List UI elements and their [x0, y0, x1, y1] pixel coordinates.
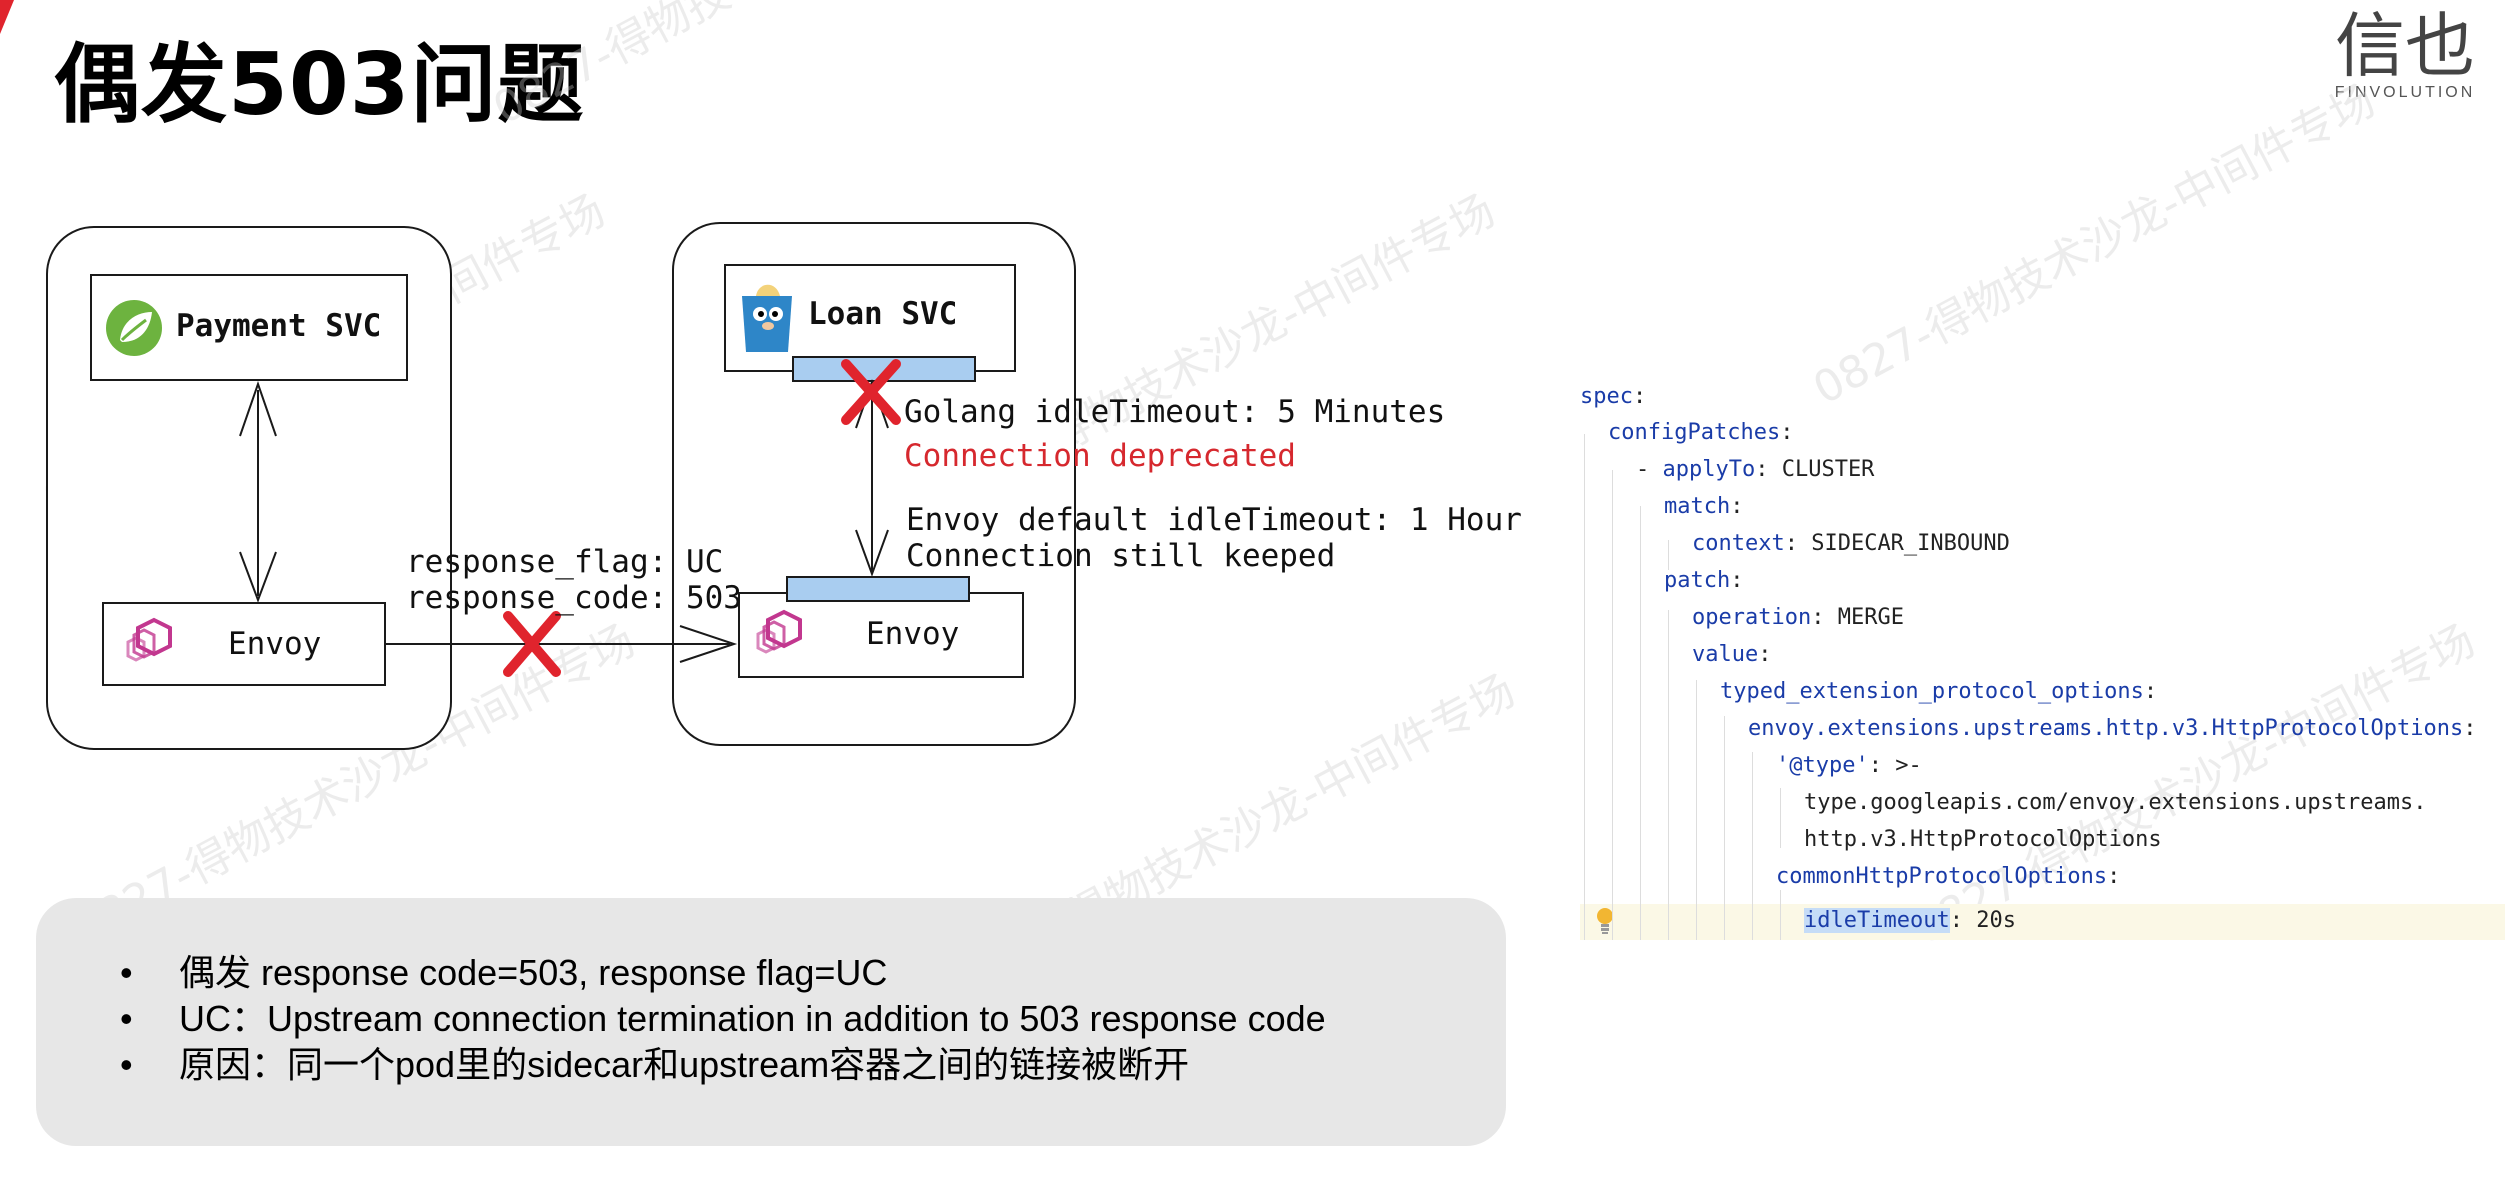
code-line: - applyTo: CLUSTER — [1636, 457, 1875, 482]
code-line: type.googleapis.com/envoy.extensions.ups… — [1804, 790, 2427, 815]
corner-accent — [0, 0, 14, 34]
spring-leaf-icon — [106, 300, 162, 356]
envoy-left-label: Envoy — [228, 626, 322, 662]
envoy-right-label: Envoy — [866, 616, 960, 652]
watermark: 0827-得物技术沙龙-中间件专场 — [1805, 75, 2384, 415]
code-line: value: — [1692, 642, 1772, 667]
logo-mark: 信也 — [2335, 5, 2475, 87]
code-line-highlighted: idleTimeout: 20s — [1804, 908, 2016, 933]
logo-subtitle: FINVOLUTION — [2334, 84, 2476, 101]
envoy-icon — [126, 617, 172, 662]
note-item: UC：Upstream connection termination in ad… — [84, 996, 1326, 1042]
envoy-icon — [756, 609, 802, 654]
note-item: 偶发 response code=503, response flag=UC — [84, 950, 1326, 996]
code-line: typed_extension_protocol_options: — [1720, 679, 2158, 704]
response-code-text: response_code: 503 — [406, 580, 742, 616]
code-line: match: — [1664, 494, 1744, 519]
payment-svc-label: Payment SVC — [176, 308, 382, 344]
code-line: http.v3.HttpProtocolOptions — [1804, 827, 2162, 852]
code-line: configPatches: — [1608, 420, 1794, 445]
loan-connection-pool-bar — [792, 356, 976, 382]
code-line: commonHttpProtocolOptions: — [1776, 864, 2121, 889]
code-line: envoy.extensions.upstreams.http.v3.HttpP… — [1748, 716, 2477, 741]
page-title: 偶发503问题 — [54, 35, 585, 135]
code-line: patch: — [1664, 568, 1744, 593]
code-line: '@type': >- — [1776, 753, 1922, 778]
golang-idle-text: Golang idleTimeout: 5 Minutes — [904, 394, 1446, 430]
logo: 信也 FINVOLUTION — [2330, 10, 2480, 105]
error-cross-icon — [503, 611, 561, 677]
loan-svc-label: Loan SVC — [808, 296, 958, 332]
connection-keeped-text: Connection still keeped — [906, 538, 1336, 574]
response-flag-text: response_flag: UC — [406, 544, 724, 580]
highlighted-code-line — [1580, 904, 2505, 940]
code-line: spec: — [1580, 384, 1647, 409]
gopher-icon — [742, 284, 792, 352]
code-line: context: SIDECAR_INBOUND — [1692, 531, 2010, 556]
envoy-connection-pool-bar — [786, 576, 970, 602]
envoy-right-box: Envoy — [738, 592, 1024, 678]
payment-svc-box: Payment SVC — [90, 274, 408, 381]
note-item: 原因：同一个pod里的sidecar和upstream容器之间的链接被断开 — [84, 1042, 1326, 1088]
code-line: operation: MERGE — [1692, 605, 1904, 630]
notes-list: 偶发 response code=503, response flag=UC U… — [84, 950, 1326, 1088]
connection-deprecated-text: Connection deprecated — [904, 438, 1296, 474]
notes-panel: 偶发 response code=503, response flag=UC U… — [36, 898, 1506, 1146]
envoy-left-box: Envoy — [102, 602, 386, 686]
envoy-idle-text: Envoy default idleTimeout: 1 Hour — [906, 502, 1522, 538]
